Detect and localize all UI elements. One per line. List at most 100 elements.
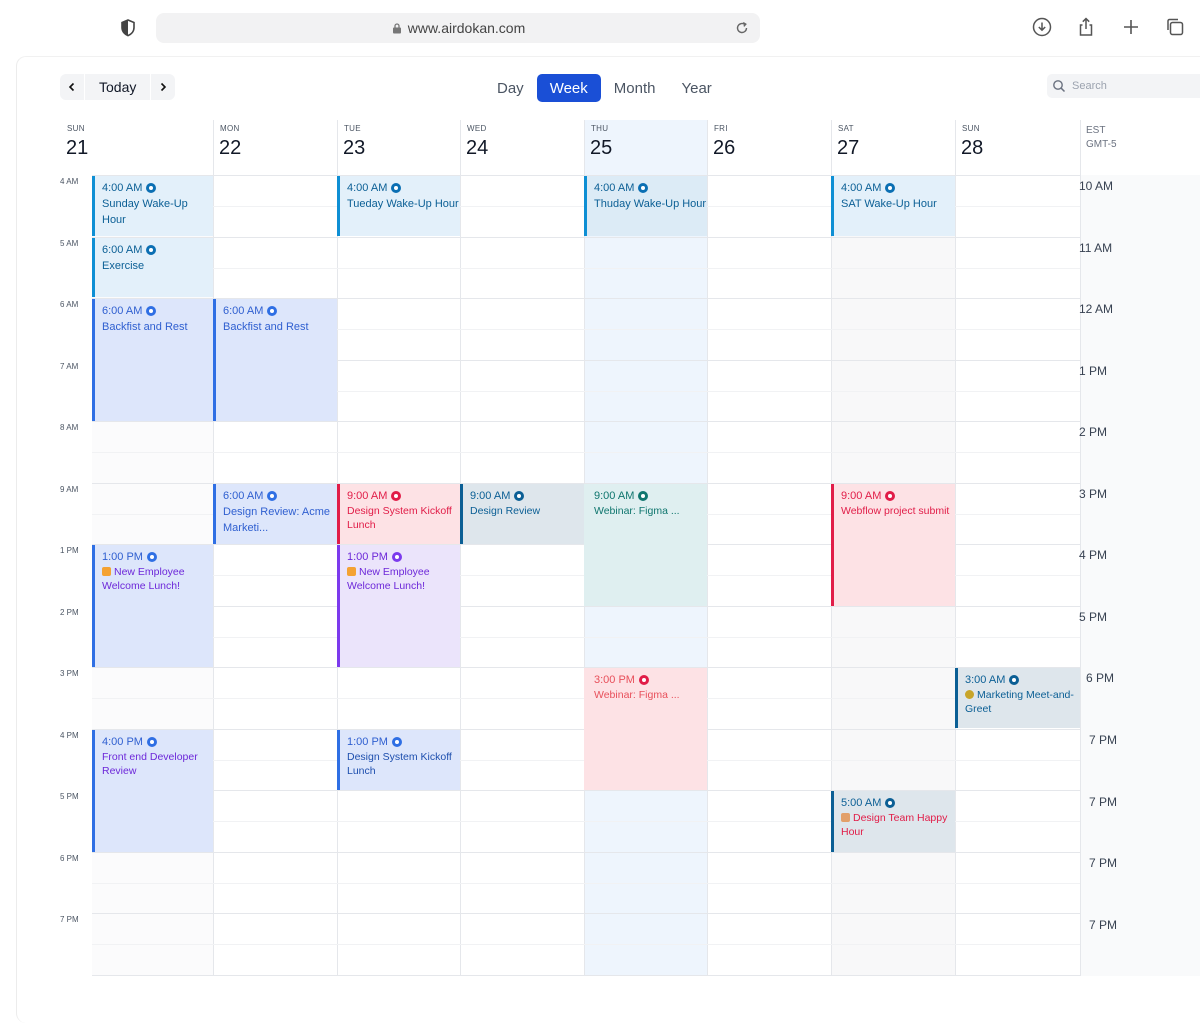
timezone-time-label: 4 PM	[1079, 548, 1108, 562]
day-header-mon-22[interactable]: MON 22	[213, 120, 337, 175]
search-input[interactable]: Search	[1047, 74, 1200, 98]
timezone-time-label: 5 PM	[1079, 610, 1108, 624]
day-header-fri-26[interactable]: FRI 26	[707, 120, 831, 175]
time-label: 6 PM	[60, 854, 79, 863]
day-header-sun-28[interactable]: SUN 28	[955, 120, 1080, 175]
event-card[interactable]: 1:00 PM Design System Kickoff Lunch	[337, 730, 460, 790]
day-header-thu-25[interactable]: THU 25	[584, 120, 707, 175]
timezone-offset: GMT-5	[1086, 139, 1117, 150]
tab-year[interactable]: Year	[668, 74, 724, 102]
day-header-sun-21[interactable]: SUN 21	[60, 120, 213, 175]
hour-line	[92, 913, 1080, 914]
video-call-icon	[638, 675, 649, 685]
video-call-icon	[391, 737, 402, 747]
event-card[interactable]: 4:00 AM Thuday Wake-Up Hour	[584, 176, 707, 236]
time-label: 1 PM	[60, 546, 79, 555]
video-call-icon	[391, 491, 402, 501]
video-call-icon	[885, 798, 896, 808]
event-card[interactable]: 4:00 AM Sunday Wake-Up Hour	[92, 176, 213, 236]
column-divider	[213, 120, 214, 976]
time-label: 7 AM	[60, 362, 79, 371]
timezone-time-label: 10 AM	[1079, 179, 1114, 193]
timezone-time-label: 6 PM	[1086, 671, 1115, 685]
half-hour-line	[92, 637, 1080, 638]
hour-line	[92, 237, 1080, 238]
video-call-icon	[146, 737, 157, 747]
event-card[interactable]: 6:00 AM Backfist and Rest	[213, 299, 337, 421]
video-call-icon	[267, 306, 278, 316]
address-bar[interactable]: www.airdokan.com	[156, 13, 760, 43]
chevron-left-icon	[68, 82, 75, 92]
video-call-icon	[267, 491, 278, 501]
chevron-right-icon	[161, 82, 167, 92]
timezone-time-label: 7 PM	[1089, 918, 1118, 932]
time-label: 6 AM	[60, 300, 79, 309]
view-switcher: Day Week Month Year	[484, 74, 725, 102]
event-card[interactable]: 4:00 AM Tueday Wake-Up Hour	[337, 176, 460, 236]
half-hour-line	[92, 452, 1080, 453]
burger-emoji-icon	[347, 567, 356, 576]
time-label: 3 PM	[60, 669, 79, 678]
event-card[interactable]: 6:00 AM Backfist and Rest	[92, 299, 213, 421]
event-card[interactable]: 6:00 AM Exercise	[92, 238, 213, 297]
hour-line	[92, 421, 1080, 422]
event-card[interactable]: 1:00 PM New Employee Welcome Lunch!	[337, 545, 460, 667]
video-call-icon	[1009, 675, 1020, 685]
event-card[interactable]: 6:00 AM Design Review: Acme Marketi...	[213, 484, 337, 544]
event-card[interactable]: 9:00 AM Design System Kickoff Lunch	[337, 484, 460, 544]
hour-line	[92, 852, 1080, 853]
event-card[interactable]: 5:00 AM Design Team Happy Hour	[831, 791, 955, 852]
timezone-time-label: 3 PM	[1079, 487, 1108, 501]
video-call-icon	[391, 183, 402, 193]
column-divider	[707, 120, 708, 976]
event-card[interactable]: 1:00 PM New Employee Welcome Lunch!	[92, 545, 213, 667]
event-card[interactable]: 4:00 AM SAT Wake-Up Hour	[831, 176, 955, 236]
video-call-icon	[638, 491, 649, 501]
event-card[interactable]: 4:00 PM Front end Developer Review	[92, 730, 213, 852]
today-button[interactable]: Today	[84, 74, 152, 100]
timezone-time-label: 7 PM	[1089, 795, 1118, 809]
video-call-icon	[391, 552, 402, 562]
time-label: 5 PM	[60, 792, 79, 801]
day-header-wed-24[interactable]: WED 24	[460, 120, 584, 175]
time-label: 9 AM	[60, 485, 79, 494]
reload-icon[interactable]	[734, 20, 750, 36]
timezone-time-label: 7 PM	[1089, 856, 1118, 870]
smile-emoji-icon	[965, 690, 974, 699]
timezone-time-label: 11 AM	[1079, 241, 1113, 255]
video-call-icon	[146, 245, 157, 255]
time-label: 4 PM	[60, 731, 79, 740]
previous-week-button[interactable]	[60, 74, 84, 100]
tab-day[interactable]: Day	[484, 74, 537, 102]
day-header-tue-23[interactable]: TUE 23	[337, 120, 461, 175]
hour-line	[92, 975, 1080, 976]
lock-icon	[392, 23, 401, 34]
tab-week[interactable]: Week	[536, 74, 601, 102]
shield-icon[interactable]	[118, 18, 138, 38]
video-call-icon	[885, 491, 896, 501]
event-card[interactable]: 3:00 PM Webinar: Figma ...	[584, 668, 707, 790]
half-hour-line	[92, 268, 1080, 269]
event-card[interactable]: 3:00 AM Marketing Meet-and-Greet	[955, 668, 1080, 728]
column-divider	[460, 120, 461, 976]
event-card[interactable]: 9:00 AM Design Review	[460, 484, 584, 544]
day-header-sat-27[interactable]: SAT 27	[831, 120, 955, 175]
timezone-time-label: 12 AM	[1079, 302, 1114, 316]
video-call-icon	[885, 183, 896, 193]
browser-toolbar: www.airdokan.com	[0, 0, 1200, 56]
search-icon	[1053, 80, 1066, 93]
tab-month[interactable]: Month	[601, 74, 669, 102]
video-call-icon	[638, 183, 649, 193]
share-icon[interactable]	[1075, 16, 1097, 38]
new-tab-icon[interactable]	[1120, 16, 1142, 38]
tabs-overview-icon[interactable]	[1164, 16, 1186, 38]
timezone-time-label: 7 PM	[1089, 733, 1118, 747]
timezone-time-label: 1 PM	[1079, 364, 1108, 378]
event-card[interactable]: 9:00 AM Webinar: Figma ...	[584, 484, 707, 606]
burger-emoji-icon	[102, 567, 111, 576]
video-call-icon	[146, 306, 157, 316]
event-card[interactable]: 9:00 AM Webflow project submit	[831, 484, 955, 606]
video-call-icon	[514, 491, 525, 501]
download-icon[interactable]	[1031, 16, 1053, 38]
next-week-button[interactable]	[151, 74, 175, 100]
